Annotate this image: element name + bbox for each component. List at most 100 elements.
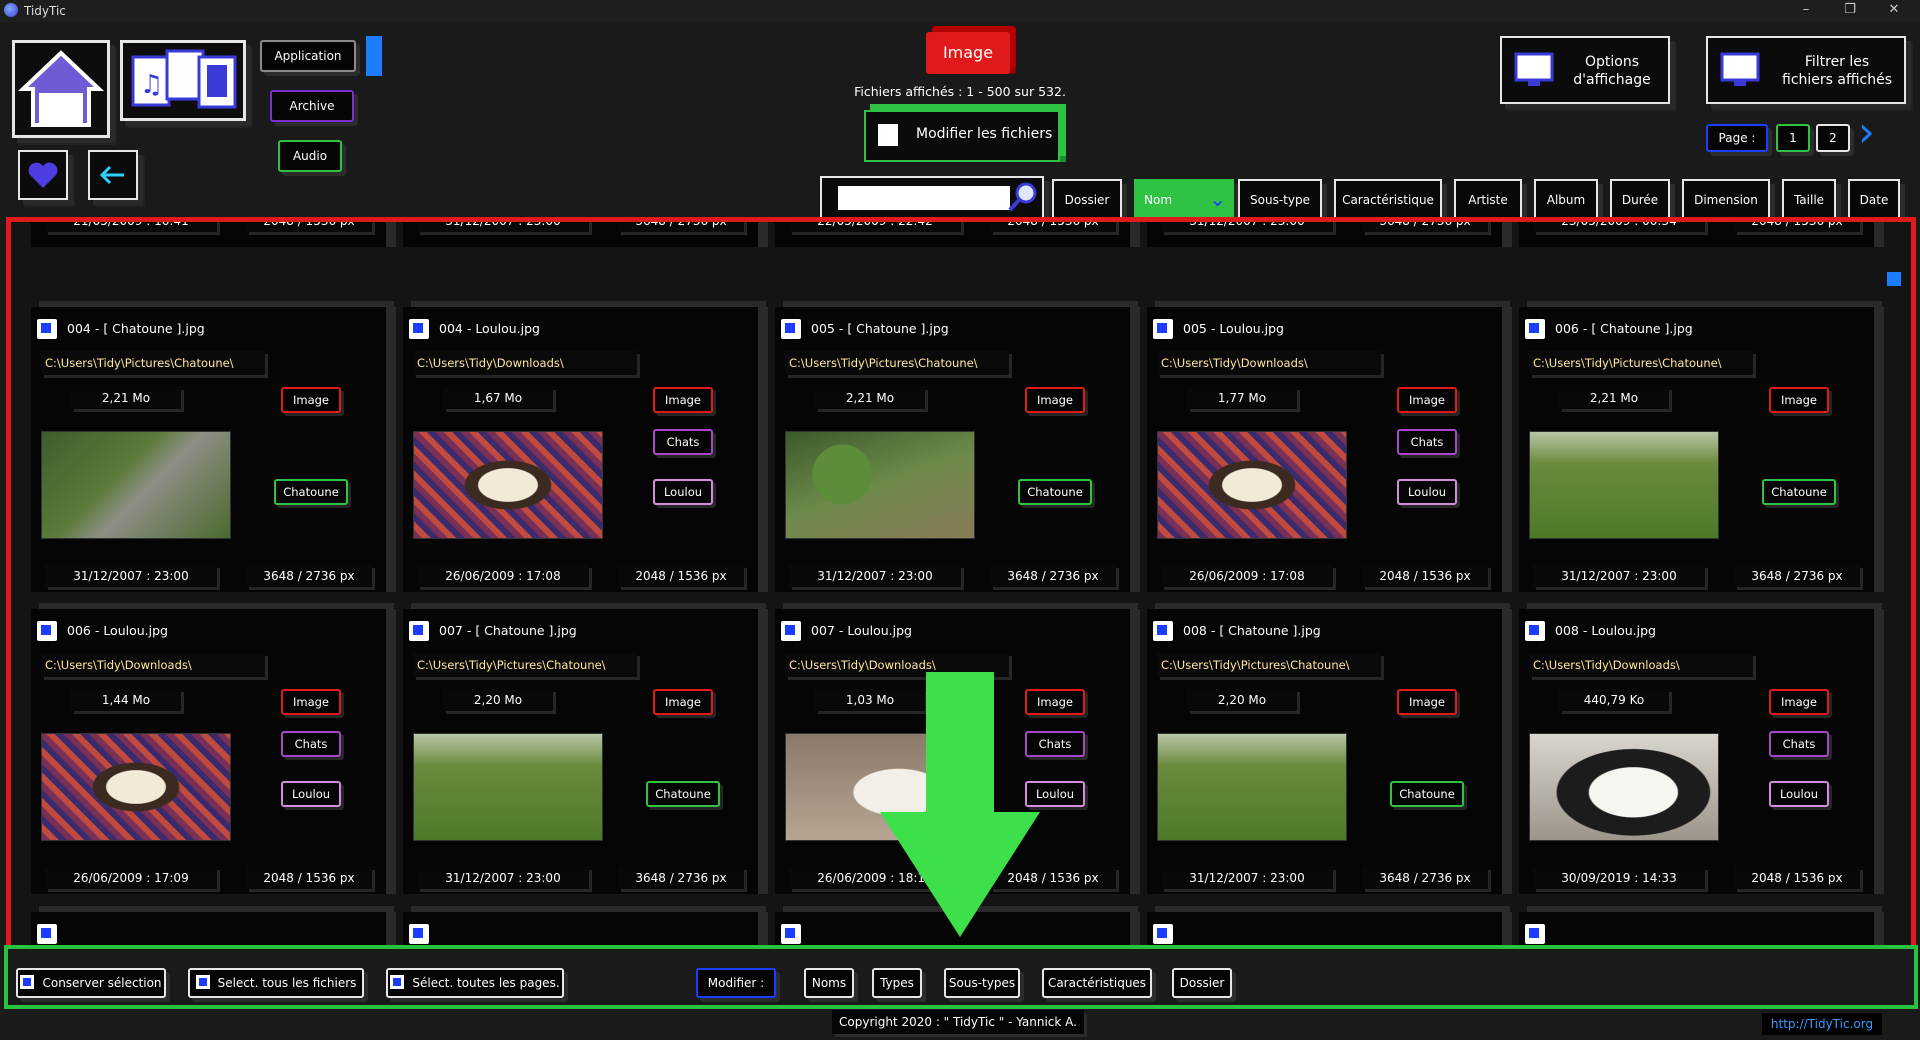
tag-image[interactable]: Image bbox=[1397, 387, 1457, 413]
modify-types-button[interactable]: Types bbox=[872, 968, 922, 998]
tag-image[interactable]: Image bbox=[281, 689, 341, 715]
file-card[interactable]: 004 - [ Chatoune ].jpg C:\Users\Tidy\Pict… bbox=[31, 307, 386, 592]
tag-image[interactable]: Image bbox=[1397, 689, 1457, 715]
sort-duree-button[interactable]: Durée bbox=[1610, 179, 1670, 221]
application-button[interactable]: Application bbox=[260, 40, 356, 72]
file-card[interactable]: 21/05/2009 : 16:41 2048 / 1536 px bbox=[31, 222, 386, 247]
file-card[interactable]: 006 - [ Chatoune ].jpg C:\Users\Tidy\Pict… bbox=[1519, 307, 1874, 592]
thumbnail-image[interactable] bbox=[1529, 431, 1719, 539]
file-card[interactable]: 008 - [ Chatoune ].jpg C:\Users\Tidy\Pict… bbox=[1147, 609, 1502, 894]
tag-chatoune[interactable]: Chatoune bbox=[1762, 479, 1836, 505]
select-all-pages-button[interactable]: Sélect. toutes les pages. bbox=[386, 968, 564, 998]
keep-selection-button[interactable]: Conserver sélection bbox=[16, 968, 166, 998]
tag-loulou[interactable]: Loulou bbox=[653, 479, 713, 505]
thumbnail-image[interactable] bbox=[1529, 733, 1719, 841]
modify-folder-button[interactable]: Dossier bbox=[1172, 968, 1232, 998]
back-button[interactable] bbox=[88, 150, 138, 200]
tag-chats[interactable]: Chats bbox=[1769, 731, 1829, 757]
select-checkbox[interactable] bbox=[781, 319, 801, 339]
tag-chats[interactable]: Chats bbox=[281, 731, 341, 757]
tag-loulou[interactable]: Loulou bbox=[1769, 781, 1829, 807]
thumbnail-image[interactable] bbox=[1157, 431, 1347, 539]
display-options-button[interactable]: Options d'affichage bbox=[1500, 36, 1670, 104]
restore-button[interactable]: ❐ bbox=[1828, 2, 1872, 20]
tag-chatoune[interactable]: Chatoune bbox=[646, 781, 720, 807]
select-checkbox[interactable] bbox=[1525, 319, 1545, 339]
tag-image[interactable]: Image bbox=[1769, 387, 1829, 413]
file-card[interactable]: 005 - [ Chatoune ].jpg C:\Users\Tidy\Pict… bbox=[775, 307, 1130, 592]
sort-date-button[interactable]: Date bbox=[1848, 179, 1900, 221]
file-card[interactable]: 22/05/2009 : 22:42 2048 / 1536 px bbox=[775, 222, 1130, 247]
tag-loulou[interactable]: Loulou bbox=[1397, 479, 1457, 505]
sort-artiste-button[interactable]: Artiste bbox=[1454, 179, 1522, 221]
search-icon[interactable] bbox=[1006, 180, 1040, 214]
home-button[interactable] bbox=[12, 40, 110, 138]
minimize-button[interactable]: – bbox=[1784, 2, 1828, 20]
select-checkbox[interactable] bbox=[37, 319, 57, 339]
modify-characteristics-button[interactable]: Caractéristiques bbox=[1042, 968, 1152, 998]
favorites-button[interactable] bbox=[18, 150, 68, 200]
tag-chatoune[interactable]: Chatoune bbox=[274, 479, 348, 505]
search-input[interactable] bbox=[838, 186, 1010, 210]
sort-sous-type-button[interactable]: Sous-type bbox=[1238, 179, 1322, 221]
file-card[interactable]: 23/05/2009 : 00:34 2048 / 1536 px bbox=[1519, 222, 1874, 247]
modify-names-button[interactable]: Noms bbox=[804, 968, 854, 998]
tag-image[interactable]: Image bbox=[281, 387, 341, 413]
modify-subtypes-button[interactable]: Sous-types bbox=[944, 968, 1020, 998]
tag-image[interactable]: Image bbox=[653, 387, 713, 413]
tag-image[interactable]: Image bbox=[653, 689, 713, 715]
thumbnail-image[interactable] bbox=[41, 733, 231, 841]
thumbnail-image[interactable] bbox=[1157, 733, 1347, 841]
select-checkbox[interactable] bbox=[1153, 319, 1173, 339]
file-card[interactable]: 004 - Loulou.jpg C:\Users\Tidy\Downloads\… bbox=[403, 307, 758, 592]
page-1-button[interactable]: 1 bbox=[1776, 124, 1810, 152]
tag-chats[interactable]: Chats bbox=[1397, 429, 1457, 455]
tag-chatoune[interactable]: Chatoune bbox=[1018, 479, 1092, 505]
select-checkbox[interactable] bbox=[37, 621, 57, 641]
sort-taille-button[interactable]: Taille bbox=[1782, 179, 1836, 221]
file-card[interactable]: 007 - [ Chatoune ].jpg C:\Users\Tidy\Pict… bbox=[403, 609, 758, 894]
tag-chats[interactable]: Chats bbox=[653, 429, 713, 455]
select-checkbox[interactable] bbox=[37, 924, 57, 944]
sort-album-button[interactable]: Album bbox=[1534, 179, 1598, 221]
tag-image[interactable]: Image bbox=[1769, 689, 1829, 715]
website-link[interactable]: http://TidyTic.org bbox=[1762, 1013, 1882, 1035]
select-checkbox[interactable] bbox=[409, 924, 429, 944]
select-checkbox[interactable] bbox=[409, 319, 429, 339]
file-card[interactable]: 005 - Loulou.jpg C:\Users\Tidy\Downloads\… bbox=[1147, 307, 1502, 592]
next-page-icon[interactable]: › bbox=[1858, 111, 1888, 153]
filter-files-button[interactable]: Filtrer les fichiers affichés bbox=[1706, 36, 1906, 104]
file-card[interactable]: 008 - Loulou.jpg C:\Users\Tidy\Downloads\… bbox=[1519, 609, 1874, 894]
type-image-button[interactable]: Image bbox=[926, 32, 1010, 74]
thumbnail-image[interactable] bbox=[785, 431, 975, 539]
archive-button[interactable]: Archive bbox=[270, 90, 354, 122]
file-card[interactable]: 31/12/2007 : 23:00 3648 / 2736 px bbox=[1147, 222, 1502, 247]
select-checkbox[interactable] bbox=[409, 621, 429, 641]
file-dimensions: 3648 / 2736 px bbox=[1734, 565, 1860, 587]
select-checkbox[interactable] bbox=[1525, 924, 1545, 944]
select-checkbox[interactable] bbox=[1153, 621, 1173, 641]
file-card[interactable]: 31/12/2007 : 23:00 3648 / 2736 px bbox=[403, 222, 758, 247]
sort-dimension-button[interactable]: Dimension bbox=[1682, 179, 1770, 221]
file-card[interactable]: 006 - Loulou.jpg C:\Users\Tidy\Downloads\… bbox=[31, 609, 386, 894]
select-checkbox[interactable] bbox=[781, 924, 801, 944]
sort-caracteristique-button[interactable]: Caractéristique bbox=[1334, 179, 1442, 221]
sort-dossier-button[interactable]: Dossier bbox=[1052, 179, 1122, 221]
scrollbar-thumb[interactable] bbox=[1887, 272, 1901, 286]
page-2-button[interactable]: 2 bbox=[1816, 124, 1850, 152]
thumbnail-image[interactable] bbox=[413, 733, 603, 841]
close-button[interactable]: ✕ bbox=[1872, 2, 1916, 20]
select-all-files-button[interactable]: Select. tous les fichiers bbox=[188, 968, 364, 998]
thumbnail-image[interactable] bbox=[413, 431, 603, 539]
modify-files-button[interactable]: Modifier les fichiers bbox=[864, 110, 1060, 162]
sort-nom-button[interactable]: Nom ⌄ bbox=[1134, 179, 1234, 221]
select-checkbox[interactable] bbox=[1525, 621, 1545, 641]
audio-button[interactable]: Audio bbox=[278, 140, 342, 172]
thumbnail-image[interactable] bbox=[41, 431, 231, 539]
tag-loulou[interactable]: Loulou bbox=[281, 781, 341, 807]
tag-image[interactable]: Image bbox=[1025, 387, 1085, 413]
select-checkbox[interactable] bbox=[1153, 924, 1173, 944]
tag-chatoune[interactable]: Chatoune bbox=[1390, 781, 1464, 807]
media-files-button[interactable]: ♫ bbox=[120, 40, 246, 121]
select-checkbox[interactable] bbox=[781, 621, 801, 641]
